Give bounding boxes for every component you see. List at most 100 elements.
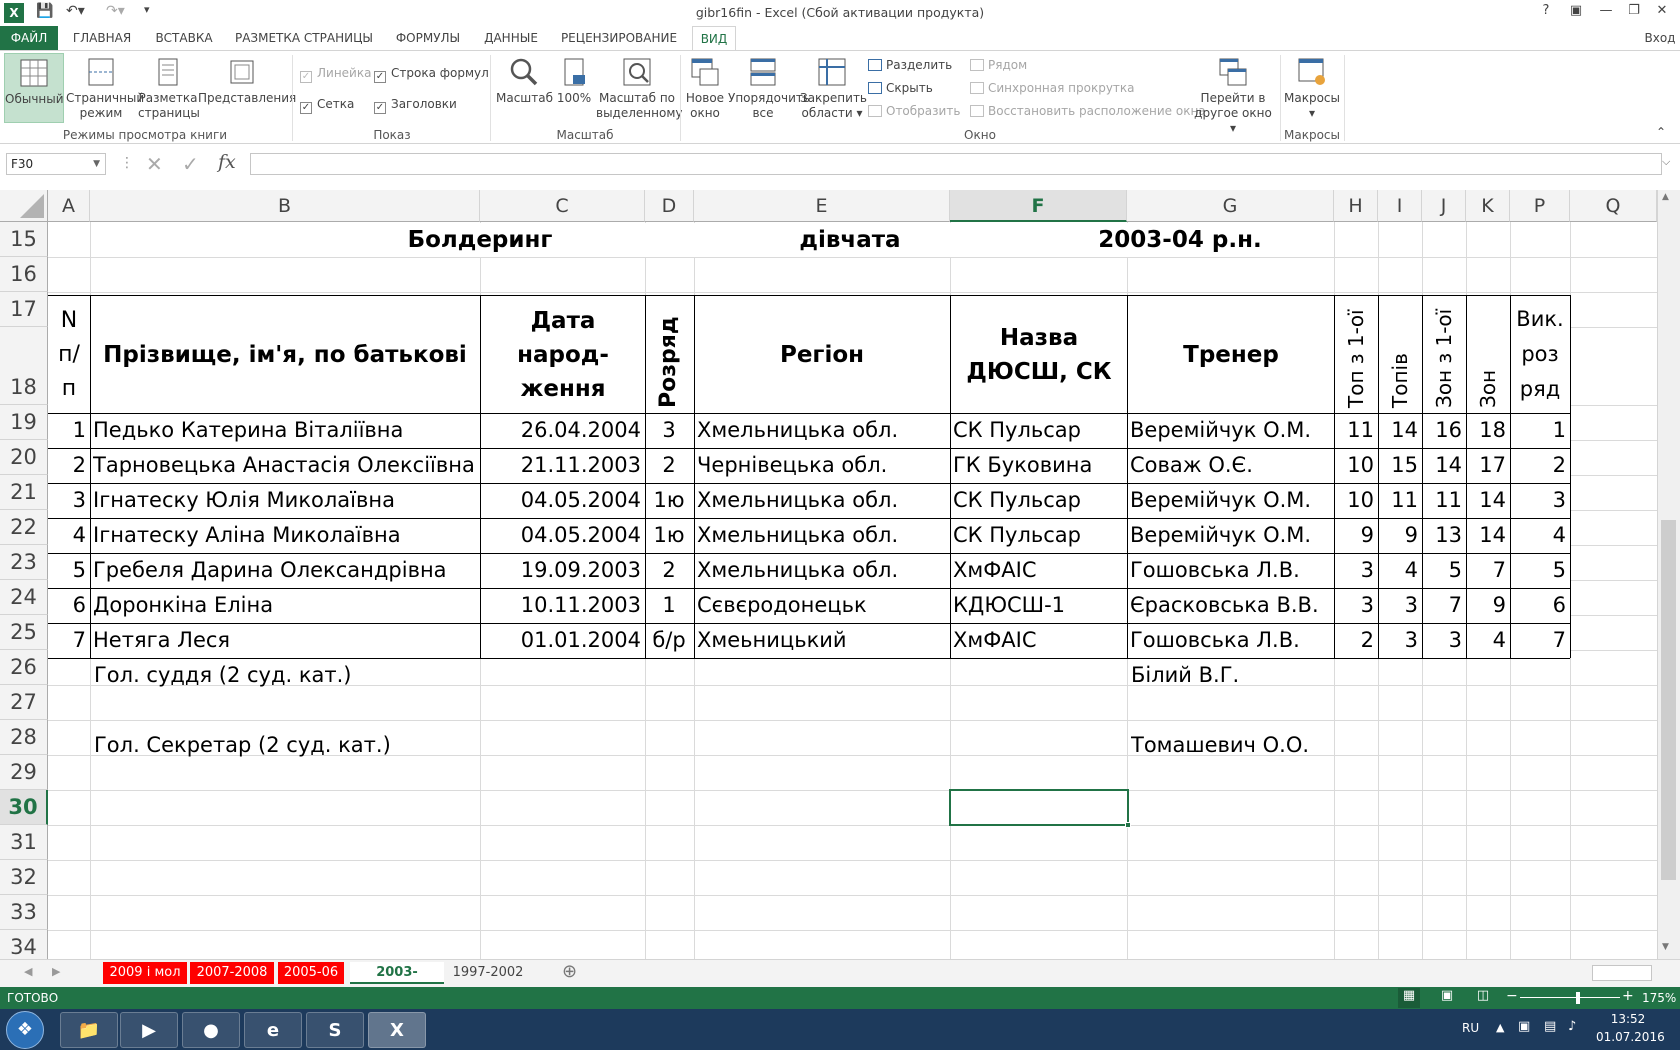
cell-zones[interactable]: 7 <box>1469 554 1506 587</box>
reset-window-position-button[interactable]: Восстановить расположение окна <box>970 102 1206 120</box>
scroll-tabs-left-icon[interactable]: ◀ <box>24 965 32 978</box>
new-window-button[interactable]: Новое окно <box>682 57 728 121</box>
media-player-icon[interactable]: ▶ <box>120 1012 178 1048</box>
cell-tops[interactable]: 14 <box>1381 414 1418 447</box>
column-header-h[interactable]: H <box>1334 190 1378 222</box>
cell-rank[interactable]: 2 <box>648 554 690 587</box>
gridlines-checkbox[interactable]: ✓ Сетка <box>300 96 354 114</box>
cell-region[interactable]: Хмеьницький <box>697 624 946 657</box>
row-header[interactable]: 19 <box>0 405 48 440</box>
cell-tops-first[interactable]: 9 <box>1337 519 1374 552</box>
column-header-e[interactable]: E <box>694 190 950 222</box>
row-header[interactable]: 32 <box>0 860 48 895</box>
expand-formula-bar-icon[interactable]: ⌵ <box>1662 155 1670 169</box>
cell-tops[interactable]: 9 <box>1381 519 1418 552</box>
cell-coach[interactable]: Соваж О.Є. <box>1130 449 1330 482</box>
macros-button[interactable]: Макросы ▾ <box>1282 57 1342 121</box>
cell-zones-first[interactable]: 11 <box>1425 484 1462 517</box>
sheet-tab-2005-06[interactable]: 2005-06 <box>278 962 344 984</box>
help-button[interactable]: ? <box>1534 3 1558 23</box>
cell-rank[interactable]: 1ю <box>648 484 690 517</box>
volume-icon[interactable]: ♪ <box>1568 1019 1576 1034</box>
cell-birth-date[interactable]: 01.01.2004 <box>483 624 641 657</box>
arrange-all-button[interactable]: Упорядочить все <box>728 57 810 121</box>
restore-button[interactable]: ❐ <box>1622 3 1646 23</box>
row-header[interactable]: 21 <box>0 475 48 510</box>
ruler-checkbox[interactable]: ✓ Линейка <box>300 65 371 83</box>
unhide-button[interactable]: Отобразить <box>868 102 960 120</box>
file-explorer-icon[interactable]: 📁 <box>60 1012 118 1048</box>
worksheet-grid[interactable]: A B C D E F G H I J K P Q 15 16 17 18 19… <box>0 190 1657 959</box>
cell-birth-date[interactable]: 10.11.2003 <box>483 589 641 622</box>
cell-place[interactable]: 7 <box>1513 624 1566 657</box>
row-header[interactable]: 18 <box>0 327 48 405</box>
tray-arrow-icon[interactable]: ▲ <box>1496 1021 1504 1034</box>
row-header[interactable]: 34 <box>0 930 48 959</box>
cell-tops[interactable]: 15 <box>1381 449 1418 482</box>
excel-taskbar-icon[interactable]: X <box>368 1012 426 1048</box>
row-header[interactable]: 20 <box>0 440 48 475</box>
formula-input[interactable] <box>250 153 1662 175</box>
row-header[interactable]: 25 <box>0 615 48 650</box>
column-header-j[interactable]: J <box>1422 190 1466 222</box>
zoom-level[interactable]: 175% <box>1642 991 1676 1005</box>
zoom-100-button[interactable]: 100% <box>554 57 594 106</box>
cell-row-number[interactable]: 4 <box>51 519 86 552</box>
cell-zones[interactable]: 4 <box>1469 624 1506 657</box>
close-button[interactable]: ✕ <box>1650 3 1674 23</box>
cell-tops[interactable]: 4 <box>1381 554 1418 587</box>
headings-checkbox[interactable]: ✓ Заголовки <box>374 96 457 114</box>
column-header-k[interactable]: K <box>1466 190 1510 222</box>
cell-place[interactable]: 3 <box>1513 484 1566 517</box>
cell-row-number[interactable]: 2 <box>51 449 86 482</box>
cell-club[interactable]: ГК Буковина <box>953 449 1123 482</box>
cell-club[interactable]: ХмФАІС <box>953 554 1123 587</box>
synchronous-scrolling-button[interactable]: Синхронная прокрутка <box>970 79 1135 97</box>
cell-zones[interactable]: 14 <box>1469 484 1506 517</box>
insert-function-icon[interactable]: fx <box>218 151 236 173</box>
tab-data[interactable]: ДАННЫЕ <box>478 26 544 50</box>
cell-coach[interactable]: Веремійчук О.М. <box>1130 414 1330 447</box>
horizontal-scrollbar[interactable] <box>1592 965 1652 981</box>
row-header[interactable]: 24 <box>0 580 48 615</box>
cell-tops[interactable]: 3 <box>1381 589 1418 622</box>
select-all-corner[interactable] <box>0 190 48 222</box>
sign-in-link[interactable]: Вход <box>1640 26 1680 50</box>
tab-review[interactable]: РЕЦЕНЗИРОВАНИЕ <box>556 26 682 50</box>
cell-athlete-name[interactable]: Гребеля Дарина Олександрівна <box>93 554 476 587</box>
cell-tops[interactable]: 3 <box>1381 624 1418 657</box>
cell-athlete-name[interactable]: Нетяга Леся <box>93 624 476 657</box>
cell-row-number[interactable]: 3 <box>51 484 86 517</box>
cell-zones[interactable]: 17 <box>1469 449 1506 482</box>
row-header[interactable]: 28 <box>0 720 48 755</box>
cell-coach[interactable]: Веремійчук О.М. <box>1130 519 1330 552</box>
cell-coach[interactable]: Гошовська Л.В. <box>1130 554 1330 587</box>
cell-athlete-name[interactable]: Тарновецька Анастасія Олексіївна <box>93 449 476 482</box>
name-box[interactable]: F30 ▼ <box>6 153 106 175</box>
hide-button[interactable]: Скрыть <box>868 79 933 97</box>
cell-rank[interactable]: 1ю <box>648 519 690 552</box>
zoom-to-selection-button[interactable]: Масштаб по выделенному <box>596 57 682 121</box>
column-header-c[interactable]: C <box>480 190 645 222</box>
view-side-by-side-button[interactable]: Рядом <box>970 56 1027 74</box>
tab-file[interactable]: ФАЙЛ <box>0 26 58 50</box>
tab-page-layout[interactable]: РАЗМЕТКА СТРАНИЦЫ <box>230 26 378 50</box>
sheet-tab-2007-2008[interactable]: 2007-2008 <box>190 962 274 984</box>
tab-insert[interactable]: ВСТАВКА <box>148 26 220 50</box>
cell-region[interactable]: Хмельницька обл. <box>697 519 946 552</box>
tab-view[interactable]: ВИД <box>692 26 736 51</box>
cell-club[interactable]: КДЮСШ-1 <box>953 589 1123 622</box>
scroll-tabs-right-icon[interactable]: ▶ <box>52 965 60 978</box>
cell-place[interactable]: 6 <box>1513 589 1566 622</box>
cell-tops-first[interactable]: 3 <box>1337 589 1374 622</box>
row-header[interactable]: 29 <box>0 755 48 790</box>
cell-birth-date[interactable]: 26.04.2004 <box>483 414 641 447</box>
cell-zones-first[interactable]: 16 <box>1425 414 1462 447</box>
cell-rank[interactable]: 1 <box>648 589 690 622</box>
zoom-in-icon[interactable]: + <box>1622 988 1634 1004</box>
cell-zones[interactable]: 9 <box>1469 589 1506 622</box>
tray-app-icon[interactable]: ▣ <box>1518 1019 1530 1034</box>
cell-coach[interactable]: Гошовська Л.В. <box>1130 624 1330 657</box>
page-layout-status-icon[interactable]: ▣ <box>1436 988 1458 1008</box>
cell-club[interactable]: ХмФАІС <box>953 624 1123 657</box>
